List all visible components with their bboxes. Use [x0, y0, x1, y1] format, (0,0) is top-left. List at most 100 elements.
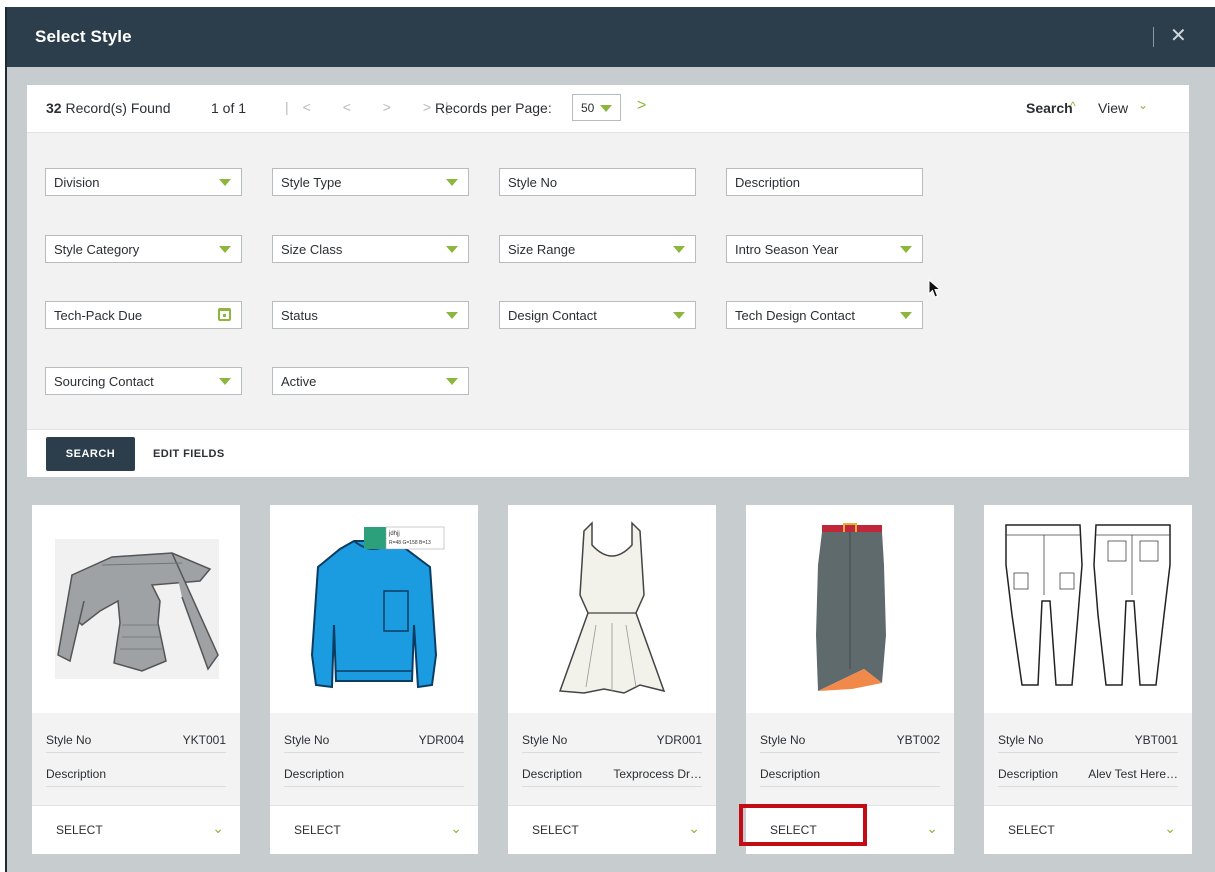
filter-label: Style Category — [54, 242, 140, 257]
search-toggle[interactable]: Search — [1026, 100, 1073, 116]
description-label: Description — [522, 767, 583, 781]
style-image-white-dress — [508, 505, 716, 713]
style-no-label: Style No — [284, 733, 330, 747]
filter-label: Sourcing Contact — [54, 374, 154, 389]
filter-label: Status — [281, 308, 318, 323]
close-icon[interactable]: ✕ — [1170, 23, 1187, 48]
select-button[interactable]: SELECT — [532, 823, 579, 837]
card-meta: Style No YBT001 Description Alev Test Here… — [984, 713, 1192, 805]
style-no-label: Style No — [998, 733, 1044, 747]
filter-label: Style Type — [281, 175, 342, 190]
dropdown-arrow-icon — [900, 312, 912, 319]
filter-tech-pack-due[interactable]: Tech-Pack Due — [45, 301, 242, 329]
card-meta: Style No YDR001 Description Texprocess Dr… — [508, 713, 716, 805]
edit-fields-link[interactable]: EDIT FIELDS — [153, 448, 225, 460]
filter-size-class[interactable]: Size Class — [272, 235, 469, 263]
filter-label: Division — [54, 175, 100, 190]
select-button[interactable]: SELECT — [56, 823, 103, 837]
titlebar-divider — [1153, 27, 1154, 47]
next-page-icon[interactable]: > — [637, 97, 646, 115]
filter-status[interactable]: Status — [272, 301, 469, 329]
dropdown-arrow-icon — [219, 246, 231, 253]
card-footer: SELECT ⌄ — [508, 805, 716, 854]
filter-tech-design-contact[interactable]: Tech Design Contact — [726, 301, 923, 329]
dropdown-arrow-icon — [446, 179, 458, 186]
chevron-down-icon[interactable]: ⌄ — [926, 820, 938, 837]
dropdown-arrow-icon — [600, 105, 612, 112]
card-meta: Style No YDR004 Description — [270, 713, 478, 805]
search-actions: SEARCH EDIT FIELDS — [27, 429, 1189, 477]
card-meta: Style No YBT002 Description — [746, 713, 954, 805]
search-button[interactable]: SEARCH — [46, 437, 135, 471]
records-per-page-label: Records per Page: — [435, 100, 552, 116]
card-meta: Style No YKT001 Description — [32, 713, 240, 805]
filter-label: Active — [281, 374, 317, 389]
style-image-jeans-sketch — [984, 505, 1192, 713]
description-row: Description Alev Test Here… — [998, 761, 1178, 787]
style-image-grey-skirt — [746, 505, 954, 713]
filter-label: Tech-Pack Due — [54, 308, 143, 323]
description-label: Description — [998, 767, 1059, 781]
dropdown-arrow-icon — [219, 378, 231, 385]
style-image-off-shoulder-top — [32, 505, 240, 713]
dialog-title: Select Style — [35, 27, 132, 46]
filter-style-category[interactable]: Style Category — [45, 235, 242, 263]
chevron-up-icon[interactable]: ^ — [1070, 99, 1076, 113]
description-row: Description — [46, 761, 226, 787]
description-row: Description — [760, 761, 940, 787]
style-card[interactable]: Style No YBT002 Description SELECT ⌄ — [746, 505, 954, 854]
dropdown-arrow-icon — [446, 246, 458, 253]
view-toggle[interactable]: View — [1098, 100, 1128, 116]
select-highlight-box — [739, 804, 867, 846]
results-toolbar: 32 Record(s) Found 1 of 1 |< < > >| Reco… — [27, 85, 1189, 133]
style-no-row: Style No YDR001 — [522, 727, 702, 753]
description-row: Description Texprocess Dr… — [522, 761, 702, 787]
records-per-page-select[interactable]: 50 — [572, 94, 621, 121]
search-panel: 32 Record(s) Found 1 of 1 |< < > >| Reco… — [27, 85, 1189, 477]
mouse-pointer-icon — [928, 278, 942, 302]
description-value: Alev Test Here… — [1088, 767, 1178, 781]
style-card[interactable]: Style No YKT001 Description SELECT ⌄ — [32, 505, 240, 854]
filter-style-no[interactable]: Style No — [499, 168, 696, 196]
chevron-down-icon[interactable]: ⌄ — [688, 820, 700, 837]
style-no-value: YDR001 — [656, 733, 702, 747]
swatch-name: jdhjj — [388, 531, 400, 537]
filter-description[interactable]: Description — [726, 168, 923, 196]
description-label: Description — [46, 767, 107, 781]
style-card[interactable]: Style No YBT001 Description Alev Test Here… — [984, 505, 1192, 854]
dialog-titlebar: Select Style ✕ — [7, 7, 1215, 67]
filter-sourcing-contact[interactable]: Sourcing Contact — [45, 367, 242, 395]
filter-label: Intro Season Year — [735, 242, 839, 257]
filter-size-range[interactable]: Size Range — [499, 235, 696, 263]
filter-design-contact[interactable]: Design Contact — [499, 301, 696, 329]
filter-intro-season-year[interactable]: Intro Season Year — [726, 235, 923, 263]
filter-label: Size Range — [508, 242, 576, 257]
style-card[interactable]: Style No YDR001 Description Texprocess Dr…… — [508, 505, 716, 854]
description-label: Description — [284, 767, 345, 781]
filter-style-type[interactable]: Style Type — [272, 168, 469, 196]
records-label: Record(s) Found — [61, 100, 171, 116]
records-per-page-value: 50 — [581, 101, 595, 115]
filter-label: Description — [735, 175, 801, 190]
filter-division[interactable]: Division — [45, 168, 242, 196]
style-no-value: YBT002 — [896, 733, 940, 747]
filter-label: Size Class — [281, 242, 343, 257]
dropdown-arrow-icon — [673, 312, 685, 319]
chevron-down-icon[interactable]: ⌄ — [1164, 820, 1176, 837]
filter-label: Design Contact — [508, 308, 597, 323]
records-found: 32 Record(s) Found — [46, 100, 171, 116]
filter-active[interactable]: Active — [272, 367, 469, 395]
select-button[interactable]: SELECT — [294, 823, 341, 837]
calendar-icon[interactable] — [218, 308, 231, 321]
dropdown-arrow-icon — [446, 378, 458, 385]
dropdown-arrow-icon — [673, 246, 685, 253]
chevron-down-icon[interactable]: ⌄ — [1138, 98, 1148, 112]
swatch-rgb: R=48 G=158 B=13 — [389, 540, 431, 546]
chevron-down-icon[interactable]: ⌄ — [450, 820, 462, 837]
style-no-row: Style No YDR004 — [284, 727, 464, 753]
style-card[interactable]: jdhjj R=48 G=158 B=13 Style No YDR004 Des… — [270, 505, 478, 854]
select-button[interactable]: SELECT — [1008, 823, 1055, 837]
filter-label: Tech Design Contact — [735, 308, 855, 323]
chevron-down-icon[interactable]: ⌄ — [212, 820, 224, 837]
dropdown-arrow-icon — [900, 246, 912, 253]
